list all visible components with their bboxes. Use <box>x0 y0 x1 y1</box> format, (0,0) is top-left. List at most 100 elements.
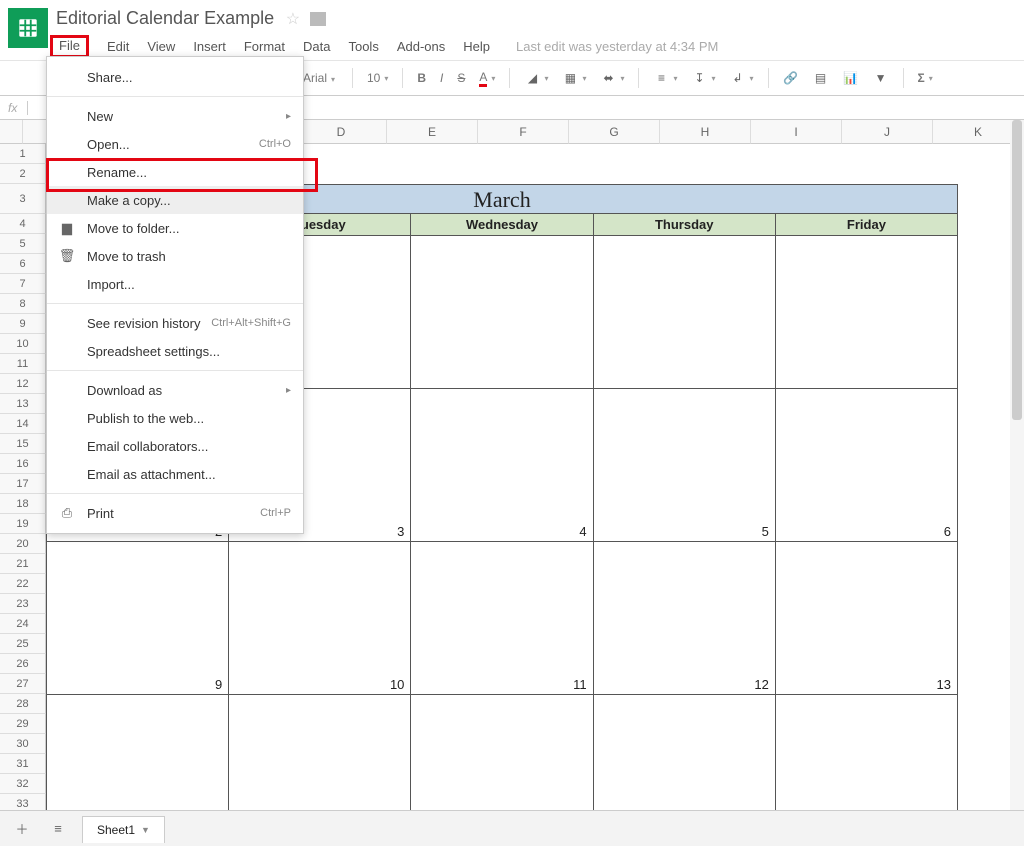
file-menu-item[interactable]: Spreadsheet settings... <box>47 337 303 365</box>
calendar-cell[interactable]: 16 <box>46 695 229 820</box>
font-size-select[interactable]: 10 <box>363 69 392 87</box>
row-13[interactable]: 13 <box>0 394 46 414</box>
calendar-cell[interactable] <box>411 236 593 389</box>
file-menu-item[interactable]: Email collaborators... <box>47 432 303 460</box>
row-18[interactable]: 18 <box>0 494 46 514</box>
row-4[interactable]: 4 <box>0 214 46 234</box>
font-name-select[interactable]: Arial <box>302 70 342 86</box>
merge-button[interactable]: ⬌ <box>596 68 628 88</box>
calendar-cell[interactable]: 20 <box>776 695 958 820</box>
row-27[interactable]: 27 <box>0 674 46 694</box>
row-14[interactable]: 14 <box>0 414 46 434</box>
row-17[interactable]: 17 <box>0 474 46 494</box>
functions-button[interactable]: Σ <box>914 69 937 87</box>
calendar-cell[interactable]: 10 <box>229 542 411 695</box>
row-25[interactable]: 25 <box>0 634 46 654</box>
wrap-button[interactable]: ↲ <box>726 68 758 88</box>
menu-data[interactable]: Data <box>303 39 330 54</box>
row-31[interactable]: 31 <box>0 754 46 774</box>
menu-file[interactable]: File <box>50 35 89 58</box>
calendar-cell[interactable]: 9 <box>46 542 229 695</box>
file-menu-item[interactable]: ▆Move to folder... <box>47 214 303 242</box>
filter-button[interactable]: ▼ <box>869 68 893 88</box>
link-button[interactable]: 🔗 <box>779 68 803 88</box>
col-J[interactable]: J <box>842 120 933 144</box>
row-23[interactable]: 23 <box>0 594 46 614</box>
file-menu-item[interactable]: Publish to the web... <box>47 404 303 432</box>
row-3[interactable]: 3 <box>0 184 46 214</box>
valign-button[interactable]: ↧ <box>688 68 720 88</box>
calendar-cell[interactable]: 17 <box>229 695 411 820</box>
row-16[interactable]: 16 <box>0 454 46 474</box>
row-6[interactable]: 6 <box>0 254 46 274</box>
file-menu-item[interactable]: Rename... <box>47 158 303 186</box>
row-26[interactable]: 26 <box>0 654 46 674</box>
col-D[interactable]: D <box>296 120 387 144</box>
file-menu-item[interactable]: Download as▸ <box>47 376 303 404</box>
row-29[interactable]: 29 <box>0 714 46 734</box>
text-color-button[interactable]: A <box>475 68 499 89</box>
folder-icon[interactable] <box>310 12 326 26</box>
add-sheet-button[interactable]: ＋ <box>10 817 34 841</box>
borders-button[interactable]: ▦ <box>558 68 590 88</box>
sheet-tab[interactable]: Sheet1▼ <box>82 816 165 843</box>
italic-button[interactable]: I <box>436 69 447 87</box>
file-menu-item[interactable]: See revision historyCtrl+Alt+Shift+G <box>47 309 303 337</box>
file-menu-item[interactable]: Import... <box>47 270 303 298</box>
row-22[interactable]: 22 <box>0 574 46 594</box>
row-5[interactable]: 5 <box>0 234 46 254</box>
col-I[interactable]: I <box>751 120 842 144</box>
calendar-cell[interactable]: 4 <box>411 389 593 542</box>
calendar-cell[interactable]: 19 <box>594 695 776 820</box>
calendar-cell[interactable] <box>594 236 776 389</box>
row-15[interactable]: 15 <box>0 434 46 454</box>
row-12[interactable]: 12 <box>0 374 46 394</box>
comment-button[interactable]: ▤ <box>809 68 833 88</box>
menu-edit[interactable]: Edit <box>107 39 129 54</box>
fill-color-button[interactable]: ◢ <box>520 68 552 88</box>
menu-tools[interactable]: Tools <box>348 39 378 54</box>
file-menu-item[interactable]: Share... <box>47 63 303 91</box>
file-menu-item[interactable]: ⎙PrintCtrl+P <box>47 499 303 527</box>
file-menu-dropdown[interactable]: Share...New▸Open...Ctrl+ORename...Make a… <box>46 56 304 534</box>
col-E[interactable]: E <box>387 120 478 144</box>
file-menu-item[interactable]: New▸ <box>47 102 303 130</box>
calendar-cell[interactable]: 13 <box>776 542 958 695</box>
row-19[interactable]: 19 <box>0 514 46 534</box>
halign-button[interactable]: ≡ <box>649 68 681 88</box>
row-30[interactable]: 30 <box>0 734 46 754</box>
row-9[interactable]: 9 <box>0 314 46 334</box>
col-H[interactable]: H <box>660 120 751 144</box>
menu-format[interactable]: Format <box>244 39 285 54</box>
row-2[interactable]: 2 <box>0 164 46 184</box>
vertical-scrollbar[interactable] <box>1010 120 1024 810</box>
row-10[interactable]: 10 <box>0 334 46 354</box>
row-24[interactable]: 24 <box>0 614 46 634</box>
strike-button[interactable]: S <box>453 69 469 87</box>
file-menu-item[interactable]: 🗑Move to trash <box>47 242 303 270</box>
calendar-cell[interactable] <box>776 236 958 389</box>
row-20[interactable]: 20 <box>0 534 46 554</box>
chart-button[interactable]: 📊 <box>839 68 863 88</box>
menu-view[interactable]: View <box>147 39 175 54</box>
doc-title[interactable]: Editorial Calendar Example <box>56 8 274 29</box>
file-menu-item[interactable]: Email as attachment... <box>47 460 303 488</box>
calendar-cell[interactable]: 11 <box>411 542 593 695</box>
col-F[interactable]: F <box>478 120 569 144</box>
row-21[interactable]: 21 <box>0 554 46 574</box>
calendar-cell[interactable]: 6 <box>776 389 958 542</box>
file-menu-item[interactable]: Open...Ctrl+O <box>47 130 303 158</box>
menu-insert[interactable]: Insert <box>193 39 226 54</box>
calendar-cell[interactable]: 12 <box>594 542 776 695</box>
menu-help[interactable]: Help <box>463 39 490 54</box>
bold-button[interactable]: B <box>413 69 430 87</box>
row-32[interactable]: 32 <box>0 774 46 794</box>
row-8[interactable]: 8 <box>0 294 46 314</box>
menu-addons[interactable]: Add-ons <box>397 39 445 54</box>
sheets-logo[interactable] <box>8 8 48 48</box>
calendar-cell[interactable]: 18 <box>411 695 593 820</box>
row-1[interactable]: 1 <box>0 144 46 164</box>
col-G[interactable]: G <box>569 120 660 144</box>
select-all-corner[interactable] <box>0 120 23 144</box>
row-28[interactable]: 28 <box>0 694 46 714</box>
